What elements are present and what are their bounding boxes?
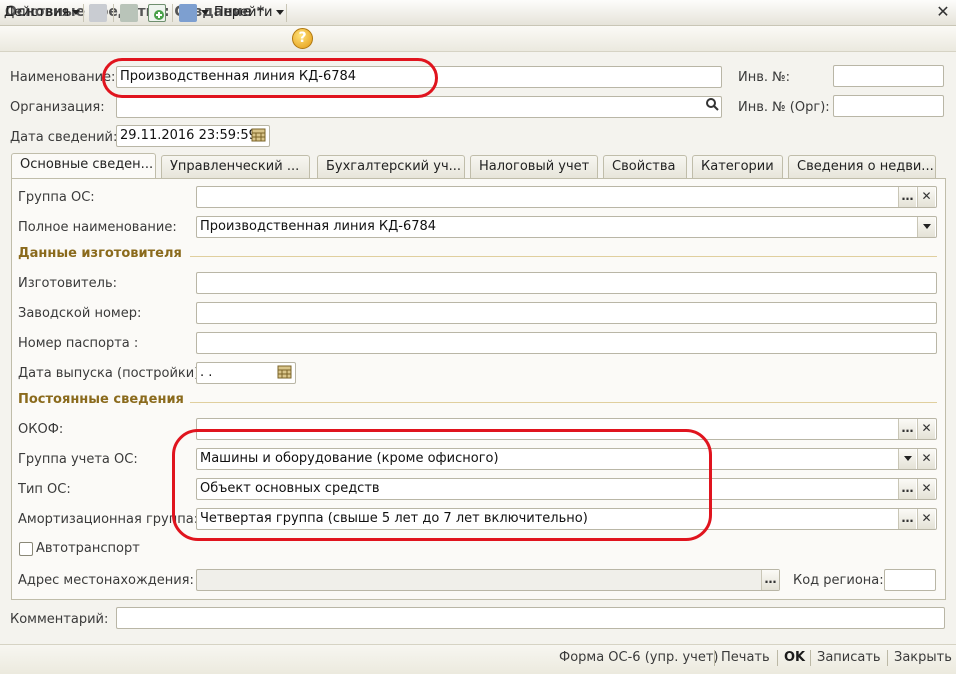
chevron-down-icon bbox=[275, 10, 284, 15]
release-date-label: Дата выпуска (постройки): bbox=[18, 366, 204, 381]
footer-divider bbox=[810, 650, 811, 666]
date-field[interactable]: 29.11.2016 23:59:59 bbox=[116, 125, 270, 147]
clear-icon[interactable]: ✕ bbox=[917, 187, 935, 207]
calendar-icon[interactable] bbox=[251, 127, 268, 145]
tab-tax[interactable]: Налоговый учет bbox=[470, 155, 598, 178]
toolbar-divider bbox=[113, 4, 114, 22]
toolbar-divider bbox=[286, 4, 287, 22]
search-icon-glyph bbox=[705, 98, 719, 111]
passport-field[interactable] bbox=[196, 332, 937, 354]
maker-field[interactable] bbox=[196, 272, 937, 294]
form-os6-button[interactable]: Форма ОС-6 (упр. учет) bbox=[559, 650, 719, 666]
inv-number-label: Инв. №: bbox=[738, 70, 791, 85]
print-button[interactable]: Печать bbox=[721, 650, 770, 666]
region-code-field[interactable] bbox=[884, 569, 936, 591]
calendar-icon-glyph bbox=[251, 128, 266, 142]
tab-accounting[interactable]: Бухгалтерский уч... bbox=[317, 155, 465, 178]
clear-icon[interactable]: ✕ bbox=[917, 509, 935, 529]
region-code-label: Код региона: bbox=[793, 573, 884, 588]
goto-menu[interactable]: Перейти bbox=[214, 4, 284, 22]
inv-org-field[interactable] bbox=[833, 95, 944, 117]
organization-label: Организация: bbox=[10, 100, 105, 115]
help-icon[interactable]: ? bbox=[292, 28, 313, 49]
ok-button[interactable]: OK bbox=[784, 650, 805, 666]
actions-label: Действия bbox=[4, 5, 70, 20]
close-button[interactable]: Закрыть bbox=[894, 650, 952, 666]
select-button[interactable]: … bbox=[898, 187, 916, 207]
chevron-down-icon bbox=[72, 10, 81, 15]
select-button[interactable]: … bbox=[898, 509, 916, 529]
dropdown-button[interactable] bbox=[917, 217, 935, 237]
serial-label: Заводской номер: bbox=[18, 306, 142, 321]
tab-real-estate[interactable]: Сведения о недви... bbox=[788, 155, 936, 178]
structure-dropdown[interactable] bbox=[198, 4, 209, 22]
const-section-header: Постоянные сведения bbox=[18, 392, 184, 407]
group-os-field[interactable] bbox=[196, 186, 937, 208]
dropdown-button[interactable] bbox=[898, 449, 916, 469]
save-button[interactable]: Записать bbox=[817, 650, 881, 666]
structure-icon[interactable] bbox=[179, 4, 197, 22]
full-name-label: Полное наименование: bbox=[18, 220, 177, 235]
footer-divider bbox=[887, 650, 888, 666]
close-icon[interactable]: ✕ bbox=[934, 3, 952, 21]
address-label: Адрес местонахождения: bbox=[18, 573, 194, 588]
date-label: Дата сведений: bbox=[10, 130, 118, 145]
chevron-down-icon bbox=[903, 456, 912, 461]
vehicle-label: Автотранспорт bbox=[36, 541, 140, 556]
copy-icon[interactable] bbox=[89, 4, 107, 22]
edit-icon[interactable] bbox=[120, 4, 138, 22]
os-type-label: Тип ОС: bbox=[18, 482, 71, 497]
section-divider bbox=[190, 402, 937, 403]
okof-label: ОКОФ: bbox=[18, 422, 64, 437]
toolbar-divider bbox=[83, 4, 84, 22]
tab-properties[interactable]: Свойства bbox=[603, 155, 687, 178]
tab-general[interactable]: Основные сведен... bbox=[11, 153, 156, 179]
tab-management[interactable]: Управленческий ... bbox=[161, 155, 310, 178]
calendar-icon-glyph bbox=[277, 365, 292, 379]
account-group-label: Группа учета ОС: bbox=[18, 452, 138, 467]
address-field[interactable] bbox=[196, 569, 780, 591]
toolbar-divider bbox=[172, 4, 173, 22]
select-button[interactable]: … bbox=[898, 479, 916, 499]
clear-icon[interactable]: ✕ bbox=[917, 449, 935, 469]
highlight-oval-fixed-data bbox=[172, 429, 712, 541]
name-label: Наименование: bbox=[10, 70, 116, 85]
select-button[interactable]: … bbox=[898, 419, 916, 439]
organization-field[interactable] bbox=[116, 96, 722, 118]
footer-bar bbox=[0, 644, 956, 674]
actions-menu[interactable]: Действия bbox=[4, 4, 81, 22]
inv-org-label: Инв. № (Орг): bbox=[738, 100, 830, 115]
calendar-icon[interactable] bbox=[277, 364, 294, 382]
passport-label: Номер паспорта : bbox=[18, 336, 139, 351]
highlight-oval-name bbox=[102, 58, 438, 98]
maker-label: Изготовитель: bbox=[18, 276, 117, 291]
footer-divider bbox=[714, 650, 715, 666]
footer-divider bbox=[777, 650, 778, 666]
comment-label: Комментарий: bbox=[10, 612, 109, 627]
add-document-icon-glyph bbox=[154, 10, 164, 20]
full-name-field[interactable]: Производственная линия КД-6784 bbox=[196, 216, 937, 238]
chevron-down-icon bbox=[201, 10, 209, 15]
maker-section-header: Данные изготовителя bbox=[18, 246, 182, 261]
clear-icon[interactable]: ✕ bbox=[917, 479, 935, 499]
comment-field[interactable] bbox=[116, 607, 945, 629]
toolbar bbox=[0, 26, 956, 52]
clear-icon[interactable]: ✕ bbox=[917, 419, 935, 439]
search-icon[interactable] bbox=[702, 97, 721, 117]
section-divider bbox=[190, 256, 937, 257]
vehicle-checkbox[interactable] bbox=[19, 542, 33, 556]
group-os-label: Группа ОС: bbox=[18, 190, 95, 205]
add-document-icon[interactable] bbox=[148, 4, 166, 22]
tab-categories[interactable]: Категории bbox=[692, 155, 783, 178]
goto-label: Перейти bbox=[214, 5, 273, 20]
inv-number-field[interactable] bbox=[833, 65, 944, 87]
select-button[interactable]: … bbox=[761, 570, 779, 590]
chevron-down-icon bbox=[922, 224, 931, 229]
serial-field[interactable] bbox=[196, 302, 937, 324]
